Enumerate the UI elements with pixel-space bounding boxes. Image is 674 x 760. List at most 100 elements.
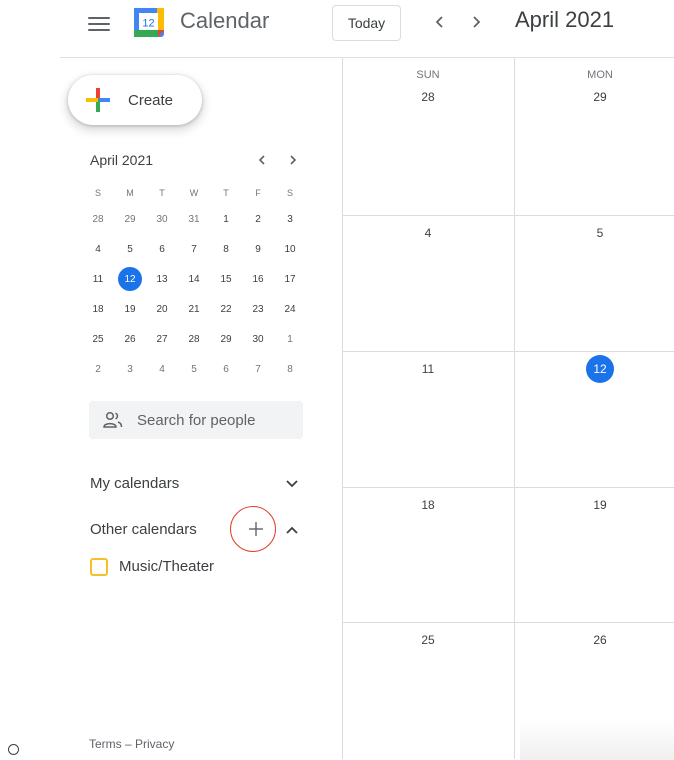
mini-calendar-day[interactable]: 2 [246, 207, 270, 231]
day-number[interactable]: 11 [414, 355, 442, 383]
other-calendars-toggle[interactable] [282, 520, 302, 540]
mini-calendar-cell: 15 [210, 264, 242, 294]
mini-calendar-day[interactable]: 25 [86, 327, 110, 351]
mini-calendar-weekday: F [255, 188, 261, 198]
main-menu-button[interactable] [88, 14, 110, 32]
mini-calendar-cell: 17 [274, 264, 306, 294]
mini-calendar-cell: 1 [274, 324, 306, 354]
mini-calendar-day[interactable]: 9 [246, 237, 270, 261]
my-calendars-toggle[interactable] [282, 474, 302, 494]
mini-calendar-day[interactable]: 6 [214, 357, 238, 381]
mini-calendar-grid: S M T W T F S 28 29 30 31 1 2 3 4 5 6 7 8 9 10 11 12 13 14 15 16 17… [82, 182, 306, 384]
mini-calendar-day[interactable]: 1 [214, 207, 238, 231]
mini-calendar-day[interactable]: 30 [246, 327, 270, 351]
mini-calendar-day[interactable]: 21 [182, 297, 206, 321]
mini-calendar-weekday: T [223, 188, 229, 198]
day-number[interactable]: 18 [414, 491, 442, 519]
mini-calendar-title: April 2021 [90, 152, 154, 168]
mini-calendar-day[interactable]: 3 [278, 207, 302, 231]
mini-calendar-day[interactable]: 11 [86, 267, 110, 291]
people-icon [103, 411, 123, 428]
mini-calendar-cell: 31 [178, 204, 210, 234]
previous-period-button[interactable] [428, 10, 452, 34]
mini-calendar-day[interactable]: 5 [182, 357, 206, 381]
mini-calendar-day[interactable]: 17 [278, 267, 302, 291]
mini-calendar-day[interactable]: 6 [150, 237, 174, 261]
mini-calendar-cell: 26 [114, 324, 146, 354]
mini-calendar-cell: 6 [146, 234, 178, 264]
grid-divider [342, 622, 674, 623]
mini-calendar-day[interactable]: 27 [150, 327, 174, 351]
mini-calendar-week: 25 26 27 28 29 30 1 [82, 324, 306, 354]
mini-calendar-cell: 18 [82, 294, 114, 324]
mini-calendar-next-button[interactable] [283, 150, 303, 170]
mini-calendar-day[interactable]: 4 [86, 237, 110, 261]
mini-calendar-day[interactable]: 24 [278, 297, 302, 321]
mini-calendar-day[interactable]: 31 [182, 207, 206, 231]
mini-calendar-day[interactable]: 18 [86, 297, 110, 321]
mini-calendar-day[interactable]: 3 [118, 357, 142, 381]
mini-calendar-day[interactable]: 22 [214, 297, 238, 321]
mini-calendar-day[interactable]: 28 [86, 207, 110, 231]
mini-calendar-prev-button[interactable] [252, 150, 272, 170]
day-number[interactable]: 4 [414, 219, 442, 247]
mini-calendar-cell: 8 [274, 354, 306, 384]
day-number[interactable]: 25 [414, 626, 442, 654]
today-button[interactable]: Today [332, 5, 401, 41]
mini-calendar-day[interactable]: 14 [182, 267, 206, 291]
mini-calendar-day[interactable]: 7 [182, 237, 206, 261]
terms-privacy-links[interactable]: Terms – Privacy [89, 737, 174, 751]
mini-calendar-day[interactable]: 29 [118, 207, 142, 231]
mini-calendar-cell: 27 [146, 324, 178, 354]
create-button[interactable]: Create [68, 75, 202, 125]
grid-divider [342, 215, 674, 216]
mini-calendar-day[interactable]: 20 [150, 297, 174, 321]
mini-calendar-day[interactable]: 23 [246, 297, 270, 321]
hamburger-icon-line [88, 23, 110, 25]
mini-calendar-day[interactable]: 1 [278, 327, 302, 351]
mini-calendar-cell: 25 [82, 324, 114, 354]
mini-calendar-day[interactable]: 19 [118, 297, 142, 321]
weekday-header: MON [587, 69, 613, 81]
mini-calendar-day[interactable]: 2 [86, 357, 110, 381]
mini-calendar-day[interactable]: 10 [278, 237, 302, 261]
create-label: Create [128, 92, 174, 109]
mini-calendar-weekday: S [286, 188, 293, 198]
calendar-name: Music/Theater [119, 558, 215, 575]
mini-calendar-cell: 7 [242, 354, 274, 384]
hamburger-icon-line [88, 17, 110, 19]
mini-calendar-day[interactable]: 28 [182, 327, 206, 351]
day-number[interactable]: 26 [586, 626, 614, 654]
mini-calendar-day[interactable]: 8 [214, 237, 238, 261]
grid-divider [342, 58, 343, 759]
mini-calendar-day[interactable]: 4 [150, 357, 174, 381]
mini-calendar-day[interactable]: 13 [150, 267, 174, 291]
chevron-right-icon [290, 155, 297, 165]
day-number[interactable]: 5 [586, 219, 614, 247]
mini-calendar-day[interactable]: 26 [118, 327, 142, 351]
mini-calendar-day[interactable]: 16 [246, 267, 270, 291]
circle-icon [8, 744, 19, 755]
day-number[interactable]: 12 [586, 355, 614, 383]
hamburger-icon-line [88, 29, 110, 31]
mini-calendar-day[interactable]: 7 [246, 357, 270, 381]
mini-calendar-day[interactable]: 8 [278, 357, 302, 381]
next-period-button[interactable] [464, 10, 488, 34]
mini-calendar-cell: 30 [242, 324, 274, 354]
mini-calendar-day[interactable]: 15 [214, 267, 238, 291]
search-people-input[interactable]: Search for people [89, 401, 303, 439]
mini-calendar-weekday: S [94, 188, 101, 198]
mini-calendar-weekday-row: SMTWTFS [82, 182, 306, 204]
day-number[interactable]: 19 [586, 491, 614, 519]
mini-calendar-day[interactable]: 12 [118, 267, 142, 291]
day-number[interactable]: 29 [586, 83, 614, 111]
mini-calendar-cell: 5 [178, 354, 210, 384]
music-theater-checkbox[interactable] [90, 558, 108, 576]
mini-calendar-cell: 3 [114, 354, 146, 384]
day-number[interactable]: 28 [414, 83, 442, 111]
mini-calendar-day[interactable]: 29 [214, 327, 238, 351]
mini-calendar-cell: 30 [146, 204, 178, 234]
mini-calendar-cell: 29 [114, 204, 146, 234]
mini-calendar-day[interactable]: 5 [118, 237, 142, 261]
mini-calendar-day[interactable]: 30 [150, 207, 174, 231]
